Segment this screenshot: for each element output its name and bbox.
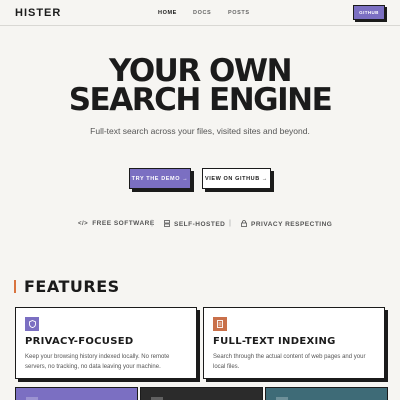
feature-card-indexing: FULL-TEXT INDEXING Search through the ac…	[203, 307, 385, 379]
feature-card-privacy: PRIVACY-FOCUSED Keep your browsing histo…	[15, 307, 197, 379]
document-icon	[213, 317, 227, 331]
badge-label: FREE SOFTWARE	[92, 220, 155, 227]
shield-icon	[25, 317, 39, 331]
top-navbar: HISTER HOME DOCS POSTS GITHUB	[0, 0, 400, 26]
feature-card-partial-1	[15, 387, 138, 400]
hero-subtitle: Full-text search across your files, visi…	[90, 126, 310, 136]
code-icon: </>	[78, 220, 89, 227]
nav-link-home[interactable]: HOME	[158, 10, 177, 16]
badge-privacy: PRIVACY RESPECTING	[241, 220, 332, 229]
badge-label: PRIVACY RESPECTING	[251, 221, 333, 228]
card-description: Search through the actual content of web…	[213, 354, 366, 370]
badge-self-hosted: SELF-HOSTED	[164, 220, 225, 229]
features-heading: FEATURES	[24, 277, 120, 296]
view-github-button[interactable]: VIEW ON GITHUB →	[202, 168, 271, 189]
github-nav-button[interactable]: GITHUB	[353, 5, 385, 20]
badge-label: SELF-HOSTED	[174, 221, 226, 228]
card-title: FULL-TEXT INDEXING	[213, 336, 336, 347]
badge-separator: |	[229, 220, 232, 227]
badge-free-software: </> FREE SOFTWARE	[78, 220, 155, 227]
lock-icon	[241, 220, 247, 229]
hero-title-line-2: SEARCH ENGINE	[68, 82, 333, 118]
feature-card-partial-3	[265, 387, 388, 400]
badge-separator: |	[151, 220, 154, 227]
feature-card-partial-2	[140, 387, 263, 400]
card-title: PRIVACY-FOCUSED	[25, 336, 134, 347]
section-accent-bar	[14, 280, 16, 293]
nav-link-docs[interactable]: DOCS	[193, 10, 211, 16]
feature-badges: </> FREE SOFTWARE | SELF-HOSTED | PRIVAC…	[0, 220, 400, 230]
try-demo-button[interactable]: TRY THE DEMO →	[129, 168, 191, 189]
nav-link-posts[interactable]: POSTS	[228, 10, 250, 16]
card-description: Keep your browsing history indexed local…	[25, 354, 170, 370]
logo[interactable]: HISTER	[15, 7, 61, 19]
server-icon	[164, 220, 170, 229]
